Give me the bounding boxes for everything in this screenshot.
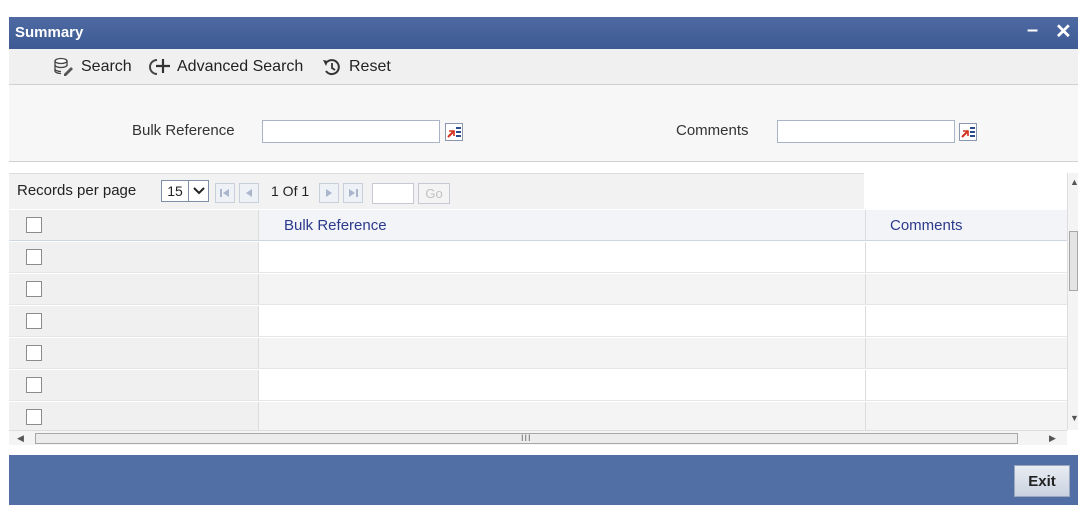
row-checkbox[interactable] [26,345,42,361]
search-label: Search [81,58,132,75]
comments-cell [866,338,1067,368]
bulk-reference-cell [259,306,866,336]
reset-icon [321,57,343,77]
list-of-values-icon [961,127,975,138]
comments-input[interactable] [777,120,955,143]
scroll-grip: III [521,433,532,443]
comments-cell [866,306,1067,336]
minimize-button[interactable]: – [1027,19,1038,42]
table-header-row: Bulk Reference Comments [9,210,1067,241]
results-table: Bulk Reference Comments [9,210,1067,430]
table-row[interactable] [9,274,1067,305]
go-button[interactable]: Go [418,183,450,204]
previous-page-icon [246,189,252,197]
next-page-button[interactable] [319,183,339,203]
bulk-reference-lov-button[interactable] [445,123,463,141]
select-all-checkbox[interactable] [26,217,42,233]
bulk-reference-cell [259,242,866,272]
advanced-search-icon [147,57,171,77]
comments-cell [866,274,1067,304]
advanced-search-button[interactable]: Advanced Search [147,57,303,77]
scroll-down-icon[interactable]: ▼ [1070,413,1078,423]
window-title: Summary [15,24,84,41]
search-icon [53,57,75,77]
bulk-reference-cell [259,370,866,400]
title-bar: Summary – ✕ [9,17,1078,49]
comments-cell [866,242,1067,272]
vertical-scrollbar[interactable]: ▲ ▼ [1067,173,1078,430]
horizontal-scrollbar[interactable]: ◀ III ▶ [9,430,1067,445]
footer-bar: Exit [9,455,1078,505]
comments-label: Comments [676,122,749,139]
previous-page-button[interactable] [239,183,259,203]
table-row[interactable] [9,242,1067,273]
comments-lov-button[interactable] [959,123,977,141]
chevron-down-icon[interactable] [188,181,208,201]
first-page-button[interactable] [215,183,235,203]
reset-button[interactable]: Reset [321,57,391,77]
column-header-bulk-reference[interactable]: Bulk Reference [284,217,387,234]
first-page-icon [220,189,229,197]
last-page-icon [349,189,358,197]
records-per-page-select[interactable]: 15 [161,180,209,202]
table-row[interactable] [9,370,1067,401]
bulk-reference-label: Bulk Reference [132,122,235,139]
scroll-up-icon[interactable]: ▲ [1070,177,1078,187]
table-row[interactable] [9,338,1067,369]
horizontal-scroll-thumb[interactable]: III [35,433,1018,444]
bulk-reference-cell [259,338,866,368]
row-checkbox[interactable] [26,281,42,297]
last-page-button[interactable] [343,183,363,203]
close-button[interactable]: ✕ [1055,19,1072,44]
scroll-right-icon[interactable]: ▶ [1049,433,1056,444]
toolbar: Search Advanced Search Reset [9,49,1078,85]
next-page-icon [326,189,332,197]
bulk-reference-cell [259,274,866,304]
goto-page-input[interactable] [372,183,414,204]
pagination-bar: Records per page 15 1 Of 1 Go [9,173,864,209]
reset-label: Reset [349,58,391,75]
advanced-search-label: Advanced Search [177,58,304,75]
exit-button[interactable]: Exit [1014,465,1070,497]
vertical-scroll-thumb[interactable] [1069,231,1078,291]
row-checkbox[interactable] [26,249,42,265]
comments-cell [866,370,1067,400]
search-criteria-panel: Bulk Reference Comments [9,85,1078,162]
table-row[interactable] [9,306,1067,337]
column-header-comments[interactable]: Comments [890,217,963,234]
list-of-values-icon [447,127,461,138]
row-checkbox[interactable] [26,377,42,393]
page-info: 1 Of 1 [271,183,310,199]
bulk-reference-input[interactable] [262,120,440,143]
records-per-page-label: Records per page [17,182,137,199]
records-per-page-value: 15 [167,183,183,199]
bulk-reference-cell [259,402,866,430]
row-checkbox[interactable] [26,313,42,329]
table-row[interactable] [9,402,1067,430]
search-button[interactable]: Search [53,57,132,77]
row-checkbox[interactable] [26,409,42,425]
scroll-left-icon[interactable]: ◀ [17,433,24,444]
comments-cell [866,402,1067,430]
